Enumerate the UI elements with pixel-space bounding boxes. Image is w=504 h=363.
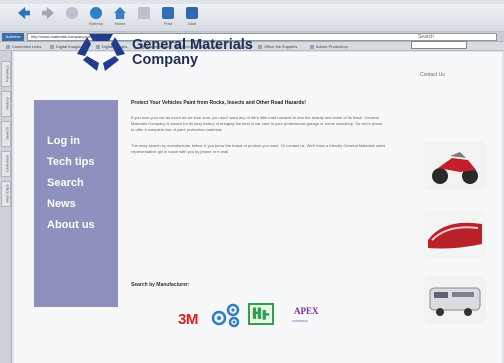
history-icon (138, 7, 150, 19)
link-item[interactable]: Office Ink Supplies (258, 43, 297, 50)
manufacturer-3m-logo[interactable]: 3M (178, 311, 198, 328)
contact-us-link[interactable]: Contact Us (420, 72, 445, 78)
search-by-manufacturer-label: Search by Manufacturer: (131, 282, 190, 288)
nav-search[interactable]: Search (47, 173, 118, 194)
tab-history[interactable]: History (1, 91, 11, 117)
company-name: General Materials Company (132, 37, 253, 68)
motorcycle-thumbnail (424, 142, 486, 190)
tab-favorites[interactable]: Favorites (1, 61, 11, 87)
tab-web-clips[interactable]: Web Clips (1, 181, 11, 207)
browser-toolbar: Refresh Home Print Mail (0, 4, 504, 32)
back-button[interactable] (14, 7, 34, 29)
car-hood-thumbnail (424, 210, 486, 258)
headline: Protect Your Vehicles Paint from Rocks, … (131, 100, 306, 106)
nav-news[interactable]: News (47, 194, 118, 215)
site-search-input[interactable] (411, 41, 467, 49)
back-arrow-icon (18, 7, 30, 19)
home-icon (114, 7, 126, 19)
print-icon (162, 7, 174, 19)
tab-channels[interactable]: Channels (1, 151, 11, 177)
tab-search[interactable]: Search (1, 121, 11, 147)
main-content: Protect Your Vehicles Paint from Rocks, … (131, 100, 403, 155)
manufacturer-apex-logo[interactable]: APEX (294, 306, 319, 316)
nav-log-in[interactable]: Log in (47, 131, 118, 152)
forward-arrow-icon (42, 7, 54, 19)
link-item[interactable]: Adobe Photoshop (310, 43, 348, 50)
mail-button[interactable]: Mail (182, 7, 202, 29)
address-label: Address (2, 33, 24, 41)
browser-window: Refresh Home Print Mail Address http://w… (0, 0, 504, 363)
print-button[interactable]: Print (158, 7, 178, 29)
stop-button[interactable] (62, 7, 82, 29)
nav-tech-tips[interactable]: Tech tips (47, 152, 118, 173)
manufacturer-apex-subtitle: COATINGS (292, 319, 308, 323)
forward-button[interactable] (38, 7, 58, 29)
search-paragraph: The easy search by manufacturer below. I… (131, 142, 386, 154)
refresh-button[interactable]: Refresh (86, 7, 106, 29)
site-nav: Log in Tech tips Search News About us (34, 100, 118, 307)
home-button[interactable]: Home (110, 7, 130, 29)
refresh-icon (90, 7, 102, 19)
link-item[interactable]: Customize Links (6, 43, 41, 50)
search-label: Search (418, 34, 434, 40)
company-logo-icon (77, 34, 125, 71)
manufacturer-gears-logo[interactable] (209, 300, 241, 328)
stop-icon (66, 7, 78, 19)
intro-paragraph: If you love your car as much as we love … (131, 115, 383, 133)
rv-thumbnail (424, 276, 486, 324)
explorer-bar-tabs: Favorites History Search Channels Web Cl… (0, 51, 12, 363)
nav-about-us[interactable]: About us (47, 215, 118, 236)
manufacturer-green-logo[interactable] (248, 303, 274, 325)
mail-icon (186, 7, 198, 19)
history-button[interactable] (134, 7, 154, 29)
